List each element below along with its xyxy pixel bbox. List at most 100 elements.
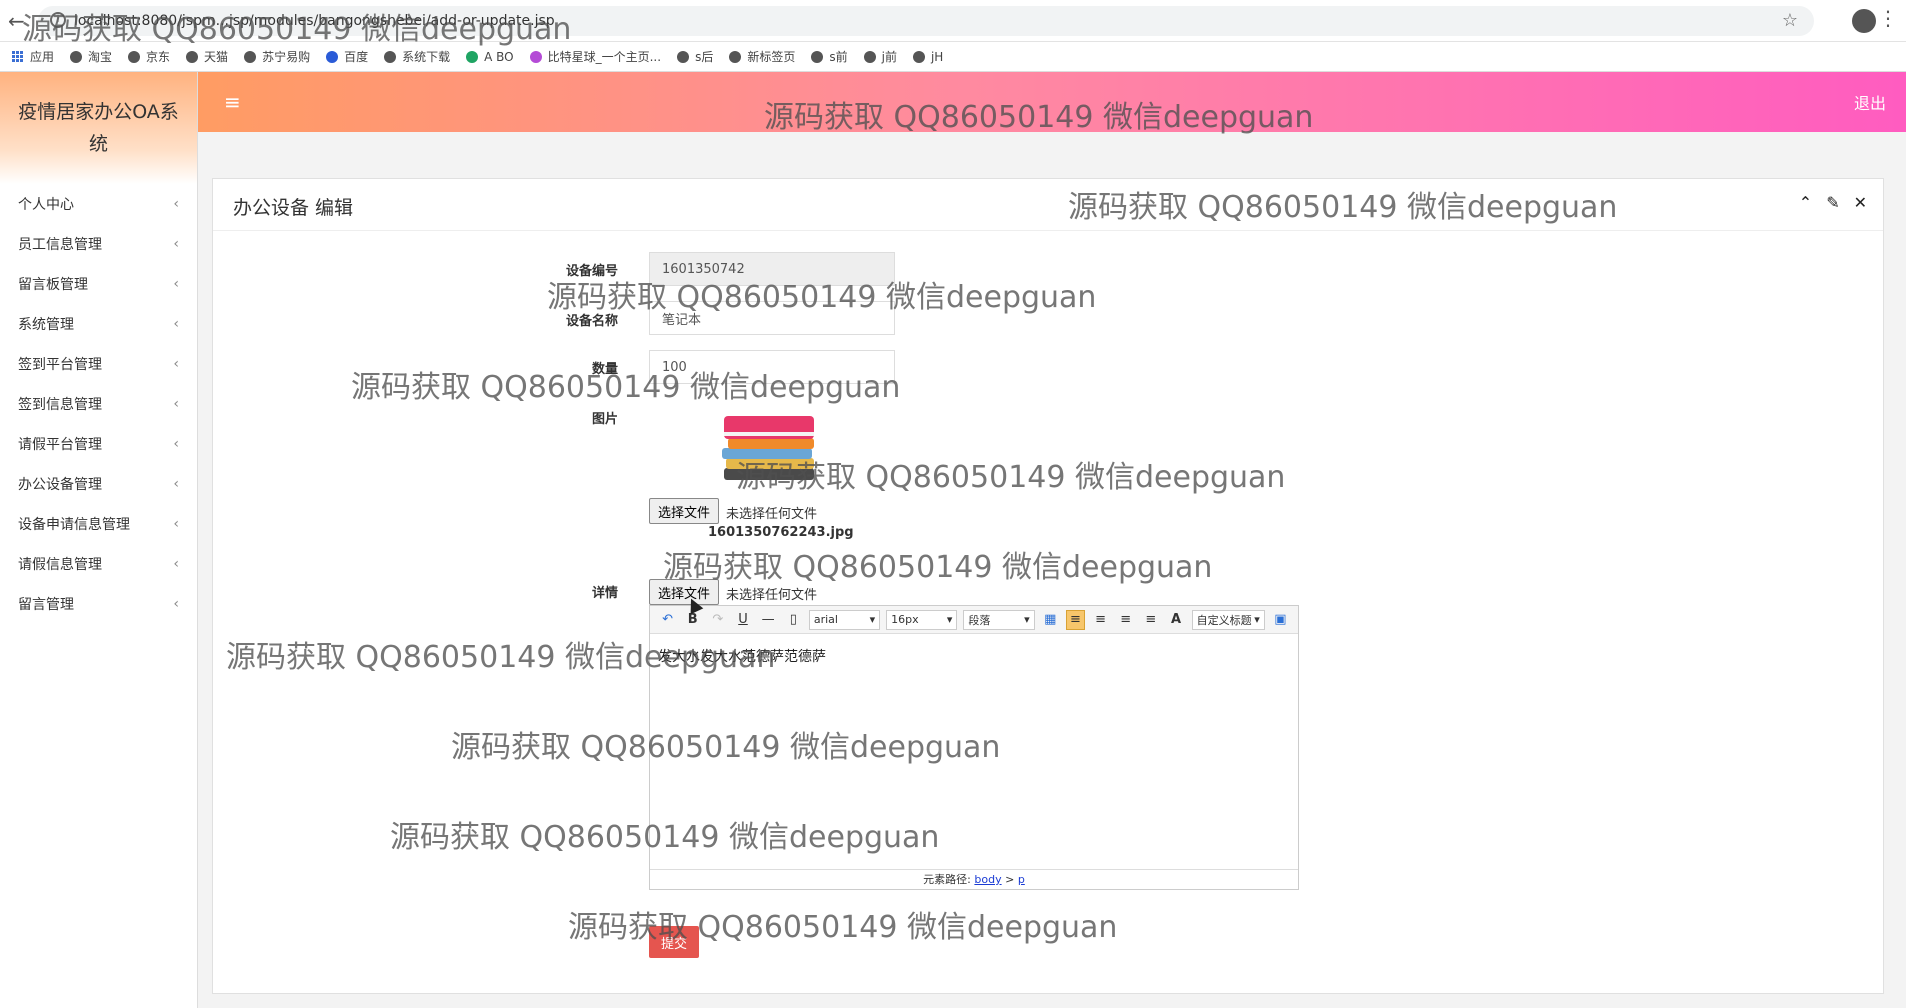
leaf-icon bbox=[466, 50, 479, 63]
bookmark-item[interactable]: s前 bbox=[811, 48, 848, 65]
sidebar-item-checkin-info[interactable]: 签到信息管理 ‹ bbox=[0, 384, 197, 424]
close-icon[interactable]: ✕ bbox=[1854, 193, 1867, 212]
sidebar-item-personal-center[interactable]: 个人中心 ‹ bbox=[0, 184, 197, 224]
dropdown-icon: ▾ bbox=[869, 613, 876, 626]
bookmark-item[interactable]: 天猫 bbox=[186, 48, 228, 65]
chevron-left-icon: ‹ bbox=[173, 316, 179, 332]
bookmark-item[interactable]: 淘宝 bbox=[70, 48, 112, 65]
chevron-left-icon: ‹ bbox=[173, 516, 179, 532]
redo-icon[interactable]: ↷ bbox=[708, 610, 727, 630]
quantity-label: 数量 bbox=[591, 362, 618, 377]
sidebar: 疫情居家办公OA系统 个人中心 ‹ 员工信息管理 ‹ 留言板管理 ‹ 系统管理 ‹ 签到… bbox=[0, 72, 198, 1008]
browser-menu-icon[interactable]: ⋮ bbox=[1878, 6, 1898, 30]
custom-title-select[interactable]: 自定义标题 ▾ bbox=[1191, 609, 1265, 630]
globe-icon bbox=[70, 50, 83, 63]
bookmark-item[interactable]: s后 bbox=[677, 48, 713, 65]
device-code-label: 设备编号 bbox=[565, 264, 618, 279]
submit-button[interactable]: 提交 bbox=[649, 926, 699, 958]
chevron-left-icon: ‹ bbox=[173, 436, 179, 452]
sidebar-item-label: 员工信息管理 bbox=[18, 237, 102, 253]
bookmark-apps[interactable]: 应用 bbox=[12, 48, 54, 65]
font-color-icon[interactable]: A bbox=[1166, 610, 1185, 630]
sidebar-item-message-board[interactable]: 留言板管理 ‹ bbox=[0, 264, 197, 304]
browser-address-bar: ← i localhost:8080/jspm...jsp/modules/ba… bbox=[0, 0, 1906, 42]
device-code-field[interactable] bbox=[649, 252, 895, 286]
rich-text-editor: ↶ B ↷ U — ▯ arial ▾ 16px ▾ 段落 ▾ ▦ ≡ ≡ ≡ ≡ A… bbox=[649, 605, 1299, 890]
editor-toolbar: ↶ B ↷ U — ▯ arial ▾ 16px ▾ 段落 ▾ ▦ ≡ ≡ ≡ ≡ A… bbox=[650, 606, 1298, 634]
font-size-select[interactable]: 16px ▾ bbox=[886, 609, 958, 630]
hamburger-menu-icon[interactable]: ≡ bbox=[224, 90, 241, 114]
logout-button[interactable]: 退出 bbox=[1854, 90, 1886, 114]
editor-content[interactable]: 发大水发大水范德萨范德萨 bbox=[658, 646, 826, 666]
bookmark-item[interactable]: 京东 bbox=[128, 48, 170, 65]
account-icon[interactable] bbox=[1852, 9, 1876, 33]
align-right-icon[interactable]: ≡ bbox=[1091, 610, 1110, 630]
dropdown-icon: ▾ bbox=[946, 613, 953, 626]
path-body-link[interactable]: body bbox=[974, 873, 1001, 886]
sidebar-nav: 个人中心 ‹ 员工信息管理 ‹ 留言板管理 ‹ 系统管理 ‹ 签到平台管理 ‹ 签到信息管… bbox=[0, 184, 197, 624]
bookmark-item[interactable]: 新标签页 bbox=[729, 48, 795, 65]
equipment-image bbox=[722, 416, 814, 480]
device-name-field[interactable] bbox=[649, 301, 895, 335]
bookmark-item[interactable]: j前 bbox=[863, 48, 897, 65]
sidebar-item-leave-info[interactable]: 请假信息管理 ‹ bbox=[0, 544, 197, 584]
bookmark-item[interactable]: jH bbox=[912, 50, 943, 64]
sidebar-item-label: 请假平台管理 bbox=[18, 437, 102, 453]
page-icon[interactable]: ▯ bbox=[784, 610, 803, 630]
align-justify-icon[interactable]: ≡ bbox=[1141, 610, 1160, 630]
align-left-icon[interactable]: ≡ bbox=[1065, 609, 1086, 630]
sidebar-item-office-equipment[interactable]: 办公设备管理 ‹ bbox=[0, 464, 197, 504]
chevron-left-icon: ‹ bbox=[173, 476, 179, 492]
bookmark-item[interactable]: 比特星球_一个主页... bbox=[529, 48, 661, 65]
sidebar-item-checkin-platform[interactable]: 签到平台管理 ‹ bbox=[0, 344, 197, 384]
app-title: 疫情居家办公OA系统 bbox=[0, 72, 197, 184]
device-name-label: 设备名称 bbox=[565, 314, 618, 329]
chevron-left-icon: ‹ bbox=[173, 356, 179, 372]
horizontal-rule-icon[interactable]: — bbox=[759, 610, 778, 630]
panel-title: 办公设备 编辑 bbox=[233, 197, 354, 219]
preview-icon[interactable]: ▣ bbox=[1271, 610, 1290, 630]
bookmark-item[interactable]: A BO bbox=[466, 50, 514, 64]
url-field[interactable]: i localhost:8080/jspm...jsp/modules/bang… bbox=[38, 6, 1814, 36]
planet-icon bbox=[529, 50, 542, 63]
bookmark-item[interactable]: 百度 bbox=[326, 48, 368, 65]
font-family-select[interactable]: arial ▾ bbox=[808, 609, 881, 630]
element-path: 元素路径: body > p bbox=[650, 869, 1298, 889]
align-center-icon[interactable]: ≡ bbox=[1116, 610, 1135, 630]
undo-icon[interactable]: ↶ bbox=[658, 610, 677, 630]
wrench-icon[interactable]: ✎ bbox=[1826, 193, 1839, 212]
sidebar-item-leave-platform[interactable]: 请假平台管理 ‹ bbox=[0, 424, 197, 464]
bookmarks-bar: 应用 淘宝 京东 天猫 苏宁易购 百度 系统下载 A BO 比特星球_一个主页.… bbox=[0, 42, 1906, 72]
globe-icon bbox=[677, 50, 690, 63]
sidebar-item-label: 留言板管理 bbox=[18, 277, 88, 293]
sidebar-item-label: 系统管理 bbox=[18, 317, 74, 333]
paragraph-select[interactable]: 段落 ▾ bbox=[963, 609, 1035, 630]
sidebar-item-equipment-request[interactable]: 设备申请信息管理 ‹ bbox=[0, 504, 197, 544]
chevron-left-icon: ‹ bbox=[173, 276, 179, 292]
sidebar-item-label: 留言管理 bbox=[18, 597, 74, 613]
panel-header: 办公设备 编辑 ⌃ ✎ ✕ bbox=[213, 179, 1883, 231]
globe-icon bbox=[863, 50, 876, 63]
sidebar-item-employee-info[interactable]: 员工信息管理 ‹ bbox=[0, 224, 197, 264]
info-icon[interactable]: i bbox=[50, 12, 66, 28]
image-file-status: 未选择任何文件 bbox=[726, 507, 818, 522]
bookmark-item[interactable]: 苏宁易购 bbox=[244, 48, 310, 65]
sidebar-item-label: 设备申请信息管理 bbox=[18, 517, 130, 533]
globe-icon bbox=[128, 50, 141, 63]
globe-icon bbox=[811, 50, 824, 63]
back-arrow-icon[interactable]: ← bbox=[8, 9, 25, 33]
panel-tools: ⌃ ✎ ✕ bbox=[1799, 193, 1867, 212]
url-text[interactable]: localhost:8080/jspm...jsp/modules/bangon… bbox=[74, 13, 555, 29]
underline-icon[interactable]: U bbox=[733, 610, 752, 630]
path-p-link[interactable]: p bbox=[1018, 873, 1025, 886]
quantity-field[interactable] bbox=[649, 350, 895, 384]
collapse-icon[interactable]: ⌃ bbox=[1799, 193, 1812, 212]
table-icon[interactable]: ▦ bbox=[1041, 610, 1060, 630]
image-file-button[interactable]: 选择文件 bbox=[649, 498, 720, 524]
sidebar-item-system[interactable]: 系统管理 ‹ bbox=[0, 304, 197, 344]
bookmark-star-icon[interactable]: ☆ bbox=[1782, 10, 1798, 31]
bookmark-item[interactable]: 系统下载 bbox=[384, 48, 450, 65]
apps-grid-icon bbox=[12, 50, 24, 63]
globe-icon bbox=[244, 50, 257, 63]
sidebar-item-messages[interactable]: 留言管理 ‹ bbox=[0, 584, 197, 624]
